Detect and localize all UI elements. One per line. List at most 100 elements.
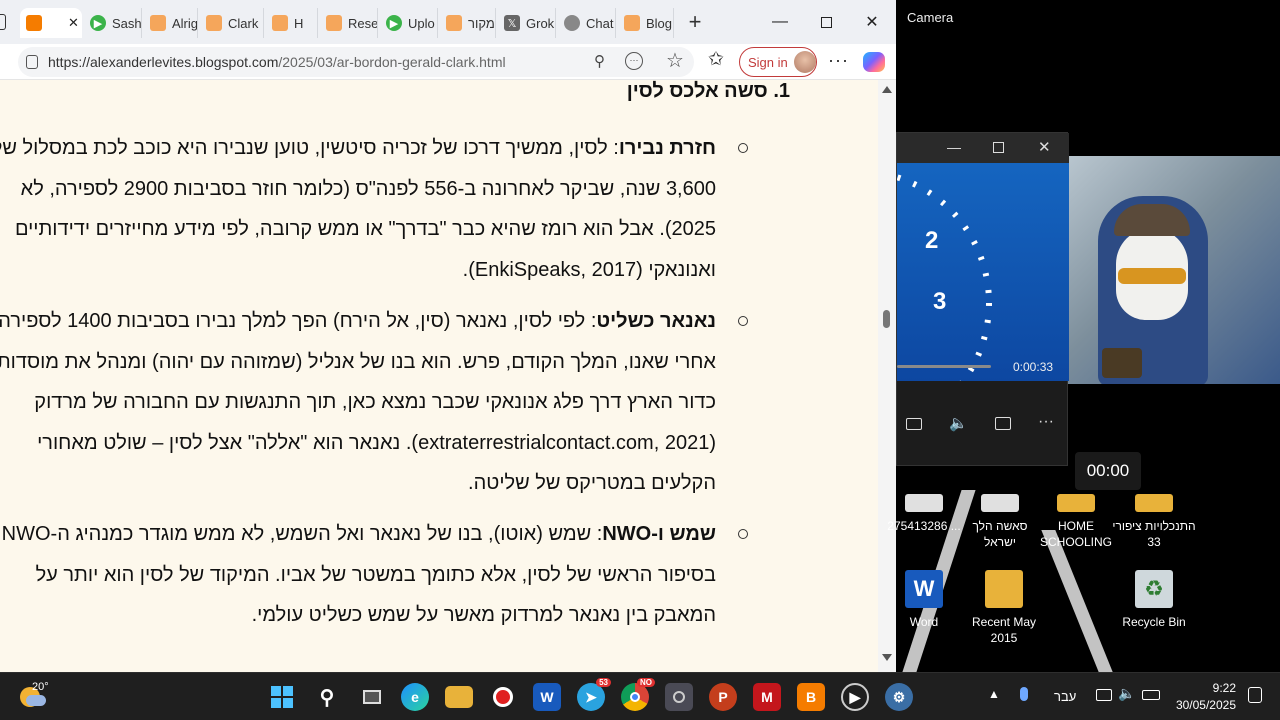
player-maximize-button[interactable]	[993, 142, 1004, 153]
read-aloud-icon[interactable]: ···	[625, 52, 643, 70]
player-close-button[interactable]: ✕	[1038, 138, 1051, 156]
tab-label: Uplo	[408, 15, 435, 31]
copilot-icon[interactable]	[863, 52, 885, 72]
tab-label: Grok	[526, 15, 555, 31]
bullet-icon	[738, 529, 748, 539]
tab-1[interactable]: ▶ Sash	[84, 8, 142, 38]
mcafee-icon[interactable]: M	[753, 683, 781, 711]
player-minimize-button[interactable]: —	[947, 139, 961, 155]
hair-image	[1114, 204, 1190, 236]
desktop-icon[interactable]: W Word	[882, 570, 966, 630]
scroll-thumb[interactable]	[883, 310, 890, 328]
playback-time: 0:00:33	[1013, 360, 1054, 374]
tab-3[interactable]: Clark	[200, 8, 264, 38]
volume-icon[interactable]: 🔈	[949, 414, 968, 432]
workspaces-button[interactable]	[0, 14, 6, 30]
tab-label: מקור	[468, 15, 495, 31]
x-icon: 𝕏	[504, 15, 520, 31]
word-taskbar-icon[interactable]: W	[533, 683, 561, 711]
more-options-icon[interactable]: ···	[1038, 413, 1054, 431]
seek-bar[interactable]	[897, 365, 991, 368]
tray-overflow-icon[interactable]: ▲	[988, 687, 1000, 701]
telegram-icon[interactable]: ➤ 53	[577, 678, 611, 711]
camera-app-icon[interactable]	[665, 683, 693, 711]
battery-icon[interactable]	[1142, 690, 1160, 700]
chrome-icon[interactable]: NO	[621, 678, 655, 711]
article-content: 1. סשה אלכס לסין חזרת נבירו: לסין, ממשיך…	[0, 80, 878, 672]
network-icon[interactable]	[1096, 689, 1112, 701]
bullet-icon	[738, 143, 748, 153]
tab-close-icon[interactable]: ✕	[68, 15, 79, 31]
tab-7[interactable]: מקור	[440, 8, 496, 38]
site-info-icon[interactable]	[26, 55, 38, 69]
notifications-icon[interactable]	[1248, 687, 1262, 703]
desktop-icon[interactable]: Recent May 2015	[962, 570, 1046, 646]
rumble-icon: ▶	[386, 15, 402, 31]
media-player-taskbar-icon[interactable]: ▶	[841, 683, 869, 711]
tab-6[interactable]: ▶ Uplo	[380, 8, 438, 38]
clock-time[interactable]: 9:22	[1172, 681, 1236, 695]
rumble-icon: ▶	[90, 15, 106, 31]
close-button[interactable]: ✕	[852, 8, 892, 36]
word-icon: W	[905, 570, 943, 608]
folder-icon	[1135, 494, 1173, 512]
scroll-up-arrow[interactable]	[882, 86, 892, 93]
scroll-down-arrow[interactable]	[882, 654, 892, 661]
new-tab-button[interactable]: +	[681, 8, 709, 36]
sign-in-button[interactable]: Sign in	[739, 47, 817, 77]
tab-8[interactable]: 𝕏 Grok	[498, 8, 556, 38]
tab-label: Sash	[112, 15, 142, 31]
zoom-icon[interactable]: ⚲	[594, 52, 612, 70]
dial-number: 3	[933, 288, 946, 315]
tab-4[interactable]: H	[266, 8, 318, 38]
desktop-icon[interactable]: סאשה הלך ישראל	[958, 494, 1042, 550]
desktop-icon-label: Word	[909, 615, 939, 629]
settings-icon[interactable]: ⚙	[885, 683, 913, 711]
subtitles-icon[interactable]	[906, 418, 922, 430]
tab-label: Chat	[586, 15, 614, 31]
minimize-button[interactable]: —	[760, 8, 800, 36]
url-field[interactable]: https://alexanderlevites.blogspot.com/20…	[18, 47, 694, 77]
desktop-icon-label: Recycle Bin	[1122, 615, 1186, 629]
desktop-area: 275413286 ... סאשה הלך ישראל HOME SCHOOLIN…	[887, 490, 1280, 672]
start-icon[interactable]	[268, 683, 296, 711]
telegram-badge: 53	[596, 678, 611, 687]
avatar	[793, 51, 816, 73]
tab-2[interactable]: Alrig	[144, 8, 198, 38]
miniplayer-icon[interactable]	[995, 417, 1011, 430]
tab-5[interactable]: Rese	[320, 8, 378, 38]
section-heading: 1. סשה אלכס לסין	[626, 80, 790, 102]
task-view-icon[interactable]	[358, 683, 386, 711]
volume-tray-icon[interactable]: 🔈	[1118, 685, 1135, 702]
desktop-icon[interactable]: 275413286 ...	[882, 494, 966, 534]
camera-window-title: Camera	[907, 10, 954, 25]
desktop-icon[interactable]: ♻ Recycle Bin	[1112, 570, 1196, 630]
file-explorer-icon[interactable]	[445, 686, 473, 708]
desktop-icon-label: סאשה הלך ישראל	[972, 519, 1028, 549]
more-menu-icon[interactable]: ···	[828, 50, 849, 71]
microphone-icon[interactable]	[1020, 687, 1028, 701]
list-item: שמש ו-NWO: שמש (אוטו), בנו של נאנאר ואל …	[0, 514, 716, 636]
tab-9[interactable]: Chat	[558, 8, 616, 38]
tab-0[interactable]: ✕	[20, 8, 82, 38]
blogger-icon	[26, 15, 42, 31]
desktop-icon[interactable]: HOME SCHOOLING	[1034, 494, 1118, 550]
weather-widget[interactable]: 20°	[18, 681, 58, 713]
clock-date[interactable]: 30/05/2025	[1166, 698, 1236, 712]
edge-icon[interactable]: e	[401, 683, 429, 711]
search-icon[interactable]: ⚲	[313, 683, 341, 711]
webcam-feed	[1068, 156, 1280, 384]
tab-10[interactable]: Blog	[618, 8, 674, 38]
language-indicator[interactable]: עבר	[1054, 689, 1076, 704]
record-icon[interactable]	[489, 683, 517, 711]
camera-record-timer: 00:00	[1075, 452, 1141, 490]
tab-label: Rese	[348, 15, 378, 31]
blogger-taskbar-icon[interactable]: B	[797, 683, 825, 711]
powerpoint-icon[interactable]: P	[709, 683, 737, 711]
dial-image: 2 3	[897, 174, 992, 381]
favorites-icon[interactable]: ✩	[708, 48, 724, 71]
favorite-star-icon[interactable]: ☆	[666, 48, 684, 73]
desktop-icon[interactable]: התנכלויות ציפורי 33	[1112, 494, 1196, 550]
chrome-badge: NO	[637, 678, 655, 687]
maximize-button[interactable]	[806, 8, 846, 36]
